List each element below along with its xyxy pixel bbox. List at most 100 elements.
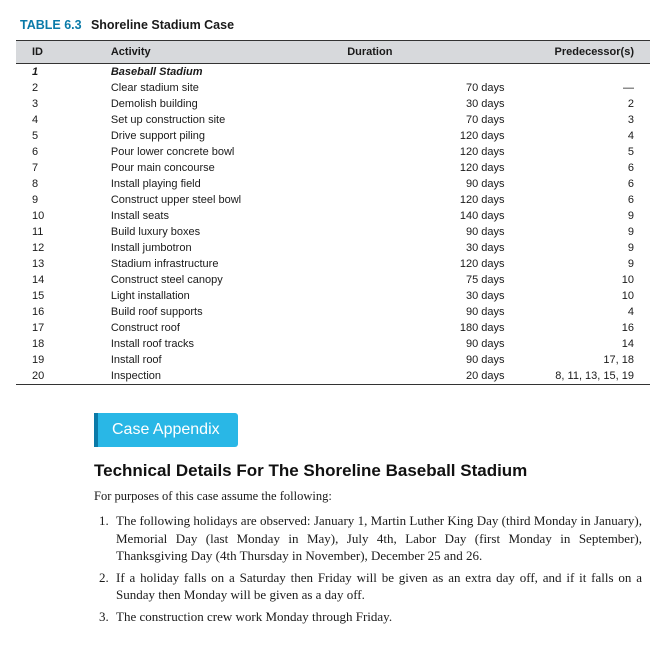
cell-id: 9 — [16, 192, 101, 208]
cell-id: 5 — [16, 128, 101, 144]
cell-predecessors — [545, 64, 651, 81]
cell-duration: 70 days — [337, 112, 544, 128]
cell-id: 1 — [16, 64, 101, 81]
appendix-heading: Technical Details For The Shoreline Base… — [94, 461, 650, 481]
cell-duration: 90 days — [337, 352, 544, 368]
cell-id: 19 — [16, 352, 101, 368]
table-row: 14Construct steel canopy75 days10 — [16, 272, 650, 288]
table-row: 9Construct upper steel bowl120 days6 — [16, 192, 650, 208]
cell-predecessors: 9 — [545, 208, 651, 224]
cell-predecessors: — — [545, 80, 651, 96]
table-row: 12Install jumbotron30 days9 — [16, 240, 650, 256]
cell-predecessors: 6 — [545, 192, 651, 208]
table-row: 20Inspection20 days8, 11, 13, 15, 19 — [16, 368, 650, 385]
table-row: 1Baseball Stadium — [16, 64, 650, 81]
table-row: 18Install roof tracks90 days14 — [16, 336, 650, 352]
stadium-table: ID Activity Duration Predecessor(s) 1Bas… — [16, 40, 650, 385]
cell-activity: Construct upper steel bowl — [101, 192, 337, 208]
table-row: 11Build luxury boxes90 days9 — [16, 224, 650, 240]
cell-activity: Stadium infrastructure — [101, 256, 337, 272]
cell-predecessors: 9 — [545, 240, 651, 256]
cell-activity: Set up construction site — [101, 112, 337, 128]
cell-duration: 120 days — [337, 256, 544, 272]
table-label: TABLE 6.3 — [20, 18, 82, 32]
cell-activity: Install playing field — [101, 176, 337, 192]
cell-duration: 90 days — [337, 336, 544, 352]
cell-predecessors: 9 — [545, 256, 651, 272]
cell-predecessors: 4 — [545, 128, 651, 144]
cell-predecessors: 6 — [545, 176, 651, 192]
table-row: 6Pour lower concrete bowl120 days5 — [16, 144, 650, 160]
cell-duration: 180 days — [337, 320, 544, 336]
table-row: 13Stadium infrastructure120 days9 — [16, 256, 650, 272]
cell-predecessors: 10 — [545, 288, 651, 304]
cell-activity: Install seats — [101, 208, 337, 224]
cell-activity: Clear stadium site — [101, 80, 337, 96]
table-title: TABLE 6.3 Shoreline Stadium Case — [20, 18, 650, 32]
col-activity: Activity — [101, 41, 337, 64]
table-row: 8Install playing field90 days6 — [16, 176, 650, 192]
cell-predecessors: 14 — [545, 336, 651, 352]
cell-predecessors: 6 — [545, 160, 651, 176]
cell-id: 14 — [16, 272, 101, 288]
cell-predecessors: 2 — [545, 96, 651, 112]
cell-id: 6 — [16, 144, 101, 160]
cell-duration: 20 days — [337, 368, 544, 385]
cell-activity: Light installation — [101, 288, 337, 304]
table-row: 3Demolish building30 days2 — [16, 96, 650, 112]
appendix-tab: Case Appendix — [94, 413, 238, 447]
cell-activity: Install jumbotron — [101, 240, 337, 256]
cell-id: 15 — [16, 288, 101, 304]
table-row: 17Construct roof180 days16 — [16, 320, 650, 336]
appendix-intro: For purposes of this case assume the fol… — [94, 489, 650, 504]
cell-id: 17 — [16, 320, 101, 336]
table-row: 10Install seats140 days9 — [16, 208, 650, 224]
col-predecessor: Predecessor(s) — [545, 41, 651, 64]
cell-activity: Pour lower concrete bowl — [101, 144, 337, 160]
col-duration: Duration — [337, 41, 544, 64]
cell-activity: Install roof tracks — [101, 336, 337, 352]
cell-activity: Baseball Stadium — [101, 64, 337, 81]
cell-id: 16 — [16, 304, 101, 320]
cell-duration: 90 days — [337, 224, 544, 240]
appendix-section: Case Appendix Technical Details For The … — [94, 413, 650, 625]
cell-activity: Build luxury boxes — [101, 224, 337, 240]
table-caption: Shoreline Stadium Case — [91, 18, 234, 32]
table-row: 4Set up construction site70 days3 — [16, 112, 650, 128]
cell-duration: 90 days — [337, 176, 544, 192]
cell-duration: 30 days — [337, 288, 544, 304]
cell-duration: 75 days — [337, 272, 544, 288]
table-row: 7Pour main concourse120 days6 — [16, 160, 650, 176]
cell-activity: Demolish building — [101, 96, 337, 112]
table-row: 19Install roof90 days17, 18 — [16, 352, 650, 368]
cell-duration: 120 days — [337, 160, 544, 176]
cell-predecessors: 5 — [545, 144, 651, 160]
cell-id: 18 — [16, 336, 101, 352]
cell-activity: Install roof — [101, 352, 337, 368]
cell-duration — [337, 64, 544, 81]
cell-predecessors: 8, 11, 13, 15, 19 — [545, 368, 651, 385]
cell-duration: 90 days — [337, 304, 544, 320]
cell-duration: 30 days — [337, 96, 544, 112]
cell-activity: Inspection — [101, 368, 337, 385]
cell-duration: 140 days — [337, 208, 544, 224]
cell-id: 20 — [16, 368, 101, 385]
cell-duration: 120 days — [337, 192, 544, 208]
col-id: ID — [16, 41, 101, 64]
cell-predecessors: 9 — [545, 224, 651, 240]
cell-activity: Build roof supports — [101, 304, 337, 320]
appendix-list: The following holidays are observed: Jan… — [94, 512, 650, 625]
cell-predecessors: 3 — [545, 112, 651, 128]
cell-activity: Construct steel canopy — [101, 272, 337, 288]
cell-id: 12 — [16, 240, 101, 256]
list-item: If a holiday falls on a Saturday then Fr… — [112, 569, 642, 604]
cell-predecessors: 4 — [545, 304, 651, 320]
cell-predecessors: 10 — [545, 272, 651, 288]
table-row: 5Drive support piling120 days4 — [16, 128, 650, 144]
cell-predecessors: 17, 18 — [545, 352, 651, 368]
cell-duration: 30 days — [337, 240, 544, 256]
table-header-row: ID Activity Duration Predecessor(s) — [16, 41, 650, 64]
cell-duration: 120 days — [337, 128, 544, 144]
cell-activity: Construct roof — [101, 320, 337, 336]
cell-id: 13 — [16, 256, 101, 272]
